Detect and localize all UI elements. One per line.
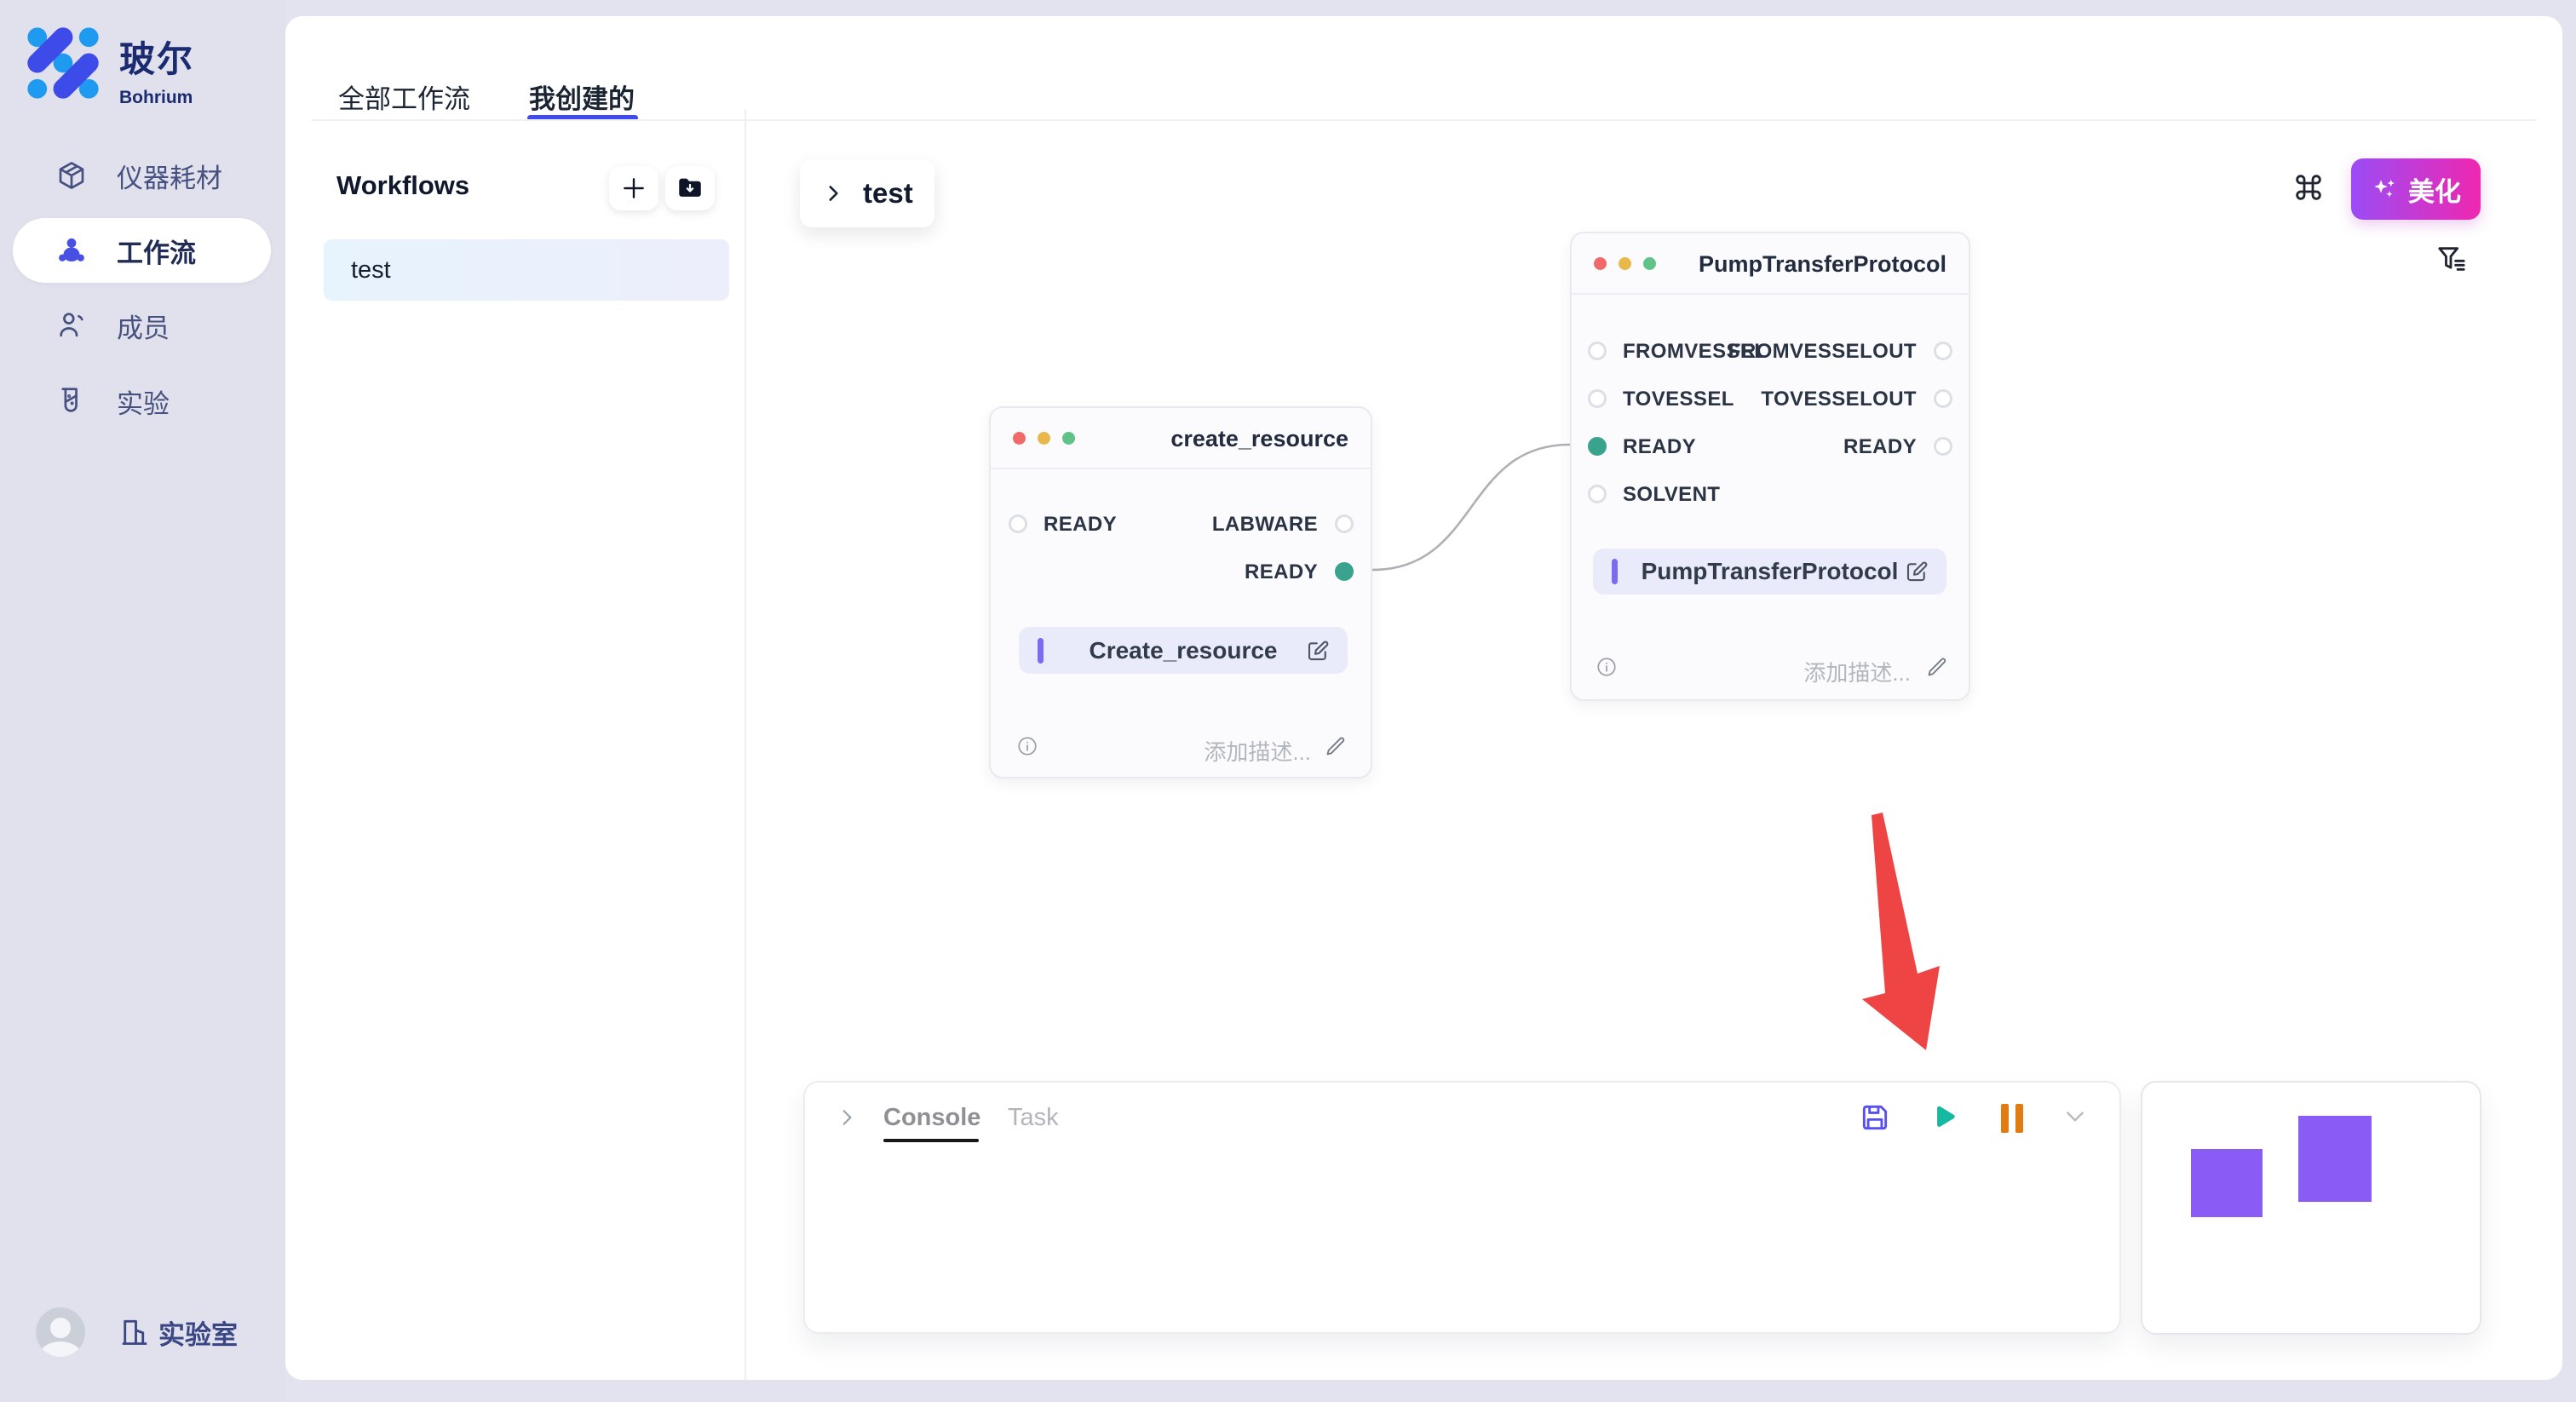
node-action-button[interactable]: Create_resource — [1019, 627, 1348, 674]
sidebar-item-label: 成员 — [117, 307, 170, 345]
output-port-ready[interactable] — [1934, 437, 1952, 456]
window-dots — [1594, 257, 1668, 270]
workflow-people-icon — [55, 234, 88, 267]
app-logo: 玻尔 Bohrium — [26, 26, 194, 108]
beautify-button[interactable]: 美化 — [2351, 158, 2481, 220]
expand-chevron-icon[interactable] — [836, 1106, 858, 1129]
input-port-solvent[interactable] — [1588, 485, 1607, 503]
node-action-button[interactable]: PumpTransferProtocol — [1593, 549, 1946, 595]
sidebar-item-label: 工作流 — [117, 232, 196, 270]
sidebar-item-experiments[interactable]: 实验 — [13, 369, 271, 434]
user-avatar[interactable] — [36, 1307, 85, 1357]
input-port-tovessel[interactable] — [1588, 389, 1607, 408]
edit-icon[interactable] — [1904, 559, 1929, 584]
filter-icon[interactable] — [2435, 243, 2469, 277]
sparkles-icon — [2371, 175, 2400, 204]
sidebar-item-members[interactable]: 成员 — [13, 293, 271, 358]
sidebar-item-label: 仪器耗材 — [117, 157, 222, 195]
dot-yellow — [1619, 257, 1631, 270]
info-icon[interactable] — [1596, 656, 1618, 678]
output-port-ready[interactable] — [1335, 562, 1354, 581]
output-port-tovesselout[interactable] — [1934, 389, 1952, 408]
output-port-label: FROMVESSELOUT — [1728, 340, 1917, 364]
panel-divider — [745, 109, 746, 1380]
sidebar-item-label: 实验 — [117, 382, 170, 421]
node-title: create_resource — [1170, 426, 1348, 452]
output-port-label: READY — [1245, 560, 1318, 584]
dot-green — [1062, 432, 1075, 445]
window-dots — [1013, 432, 1087, 445]
input-port-label: TOVESSEL — [1623, 388, 1734, 411]
minimap[interactable] — [2141, 1081, 2481, 1335]
minimap-node-pump-transfer — [2298, 1116, 2372, 1202]
output-port-fromvesselout[interactable] — [1934, 342, 1952, 360]
workflows-panel-title: Workflows — [336, 170, 469, 201]
command-palette-icon[interactable] — [2291, 170, 2326, 204]
edit-icon[interactable] — [1305, 638, 1331, 664]
lab-label: 实验室 — [158, 1313, 238, 1352]
input-port-ready[interactable] — [1009, 514, 1027, 533]
package-box-icon — [55, 159, 88, 192]
dot-green — [1643, 257, 1656, 270]
workflow-list-item[interactable]: test — [324, 239, 729, 301]
chevron-right-icon — [822, 182, 844, 204]
input-port-label: READY — [1623, 435, 1696, 459]
beautify-label: 美化 — [2408, 170, 2461, 209]
tab-console[interactable]: Console — [883, 1104, 980, 1132]
tab-task[interactable]: Task — [1008, 1104, 1059, 1132]
output-port-label: LABWARE — [1212, 513, 1318, 537]
console-tab-indicator — [883, 1139, 979, 1142]
collapse-chevron-icon[interactable] — [2061, 1106, 2090, 1129]
run-icon[interactable] — [1928, 1101, 1960, 1134]
dot-red — [1013, 432, 1026, 445]
canvas-breadcrumb[interactable]: test — [800, 159, 934, 227]
sidebar-item-instruments[interactable]: 仪器耗材 — [13, 143, 271, 208]
save-icon[interactable] — [1859, 1101, 1891, 1134]
node-header: create_resource — [991, 408, 1371, 469]
tab-my-created[interactable]: 我创建的 — [529, 78, 635, 116]
minimap-node-create-resource — [2191, 1149, 2263, 1217]
tabs-divider — [311, 119, 2537, 121]
member-person-icon — [55, 309, 88, 342]
app-subtitle: Bohrium — [119, 88, 194, 108]
pencil-icon[interactable] — [1925, 656, 1948, 679]
node-title: PumpTransferProtocol — [1699, 251, 1946, 278]
output-port-label: TOVESSELOUT — [1761, 388, 1917, 411]
import-workflow-button[interactable] — [665, 166, 715, 210]
folder-import-icon — [676, 174, 704, 203]
lab-switcher[interactable]: 实验室 — [119, 1313, 238, 1352]
input-port-label: READY — [1044, 513, 1117, 537]
building-icon — [119, 1317, 150, 1347]
add-workflow-button[interactable] — [609, 166, 658, 210]
sidebar: 玻尔 Bohrium 仪器耗材 工作流 成员 — [0, 0, 285, 1402]
dot-red — [1594, 257, 1607, 270]
input-port-fromvessel[interactable] — [1588, 342, 1607, 360]
breadcrumb-label: test — [863, 177, 913, 210]
bohrium-logo-icon — [26, 26, 101, 101]
action-label: PumpTransferProtocol — [1593, 549, 1946, 595]
info-icon[interactable] — [1016, 735, 1038, 757]
action-label: Create_resource — [1019, 627, 1348, 674]
node-pump-transfer-protocol[interactable]: PumpTransferProtocol FROMVESSEL FROMVESS… — [1570, 232, 1970, 701]
output-port-labware[interactable] — [1335, 514, 1354, 533]
workflow-item-name: test — [351, 256, 391, 284]
description-placeholder[interactable]: 添加描述... — [1204, 735, 1311, 767]
dot-yellow — [1038, 432, 1050, 445]
pause-icon[interactable] — [1999, 1101, 2025, 1135]
input-port-ready[interactable] — [1588, 437, 1607, 456]
test-tube-icon — [55, 385, 88, 417]
node-create-resource[interactable]: create_resource READY LABWARE READY Crea… — [989, 406, 1372, 779]
sidebar-item-workflow[interactable]: 工作流 — [13, 218, 271, 283]
input-port-label: SOLVENT — [1623, 483, 1720, 507]
node-header: PumpTransferProtocol — [1572, 233, 1969, 295]
output-port-label: READY — [1843, 435, 1917, 459]
console-panel: Console Task — [803, 1081, 2121, 1334]
pencil-icon[interactable] — [1324, 735, 1347, 758]
plus-icon — [620, 175, 647, 202]
description-placeholder[interactable]: 添加描述... — [1803, 656, 1911, 687]
tab-all-workflows[interactable]: 全部工作流 — [338, 78, 470, 116]
app-title: 玻尔 — [119, 31, 194, 83]
